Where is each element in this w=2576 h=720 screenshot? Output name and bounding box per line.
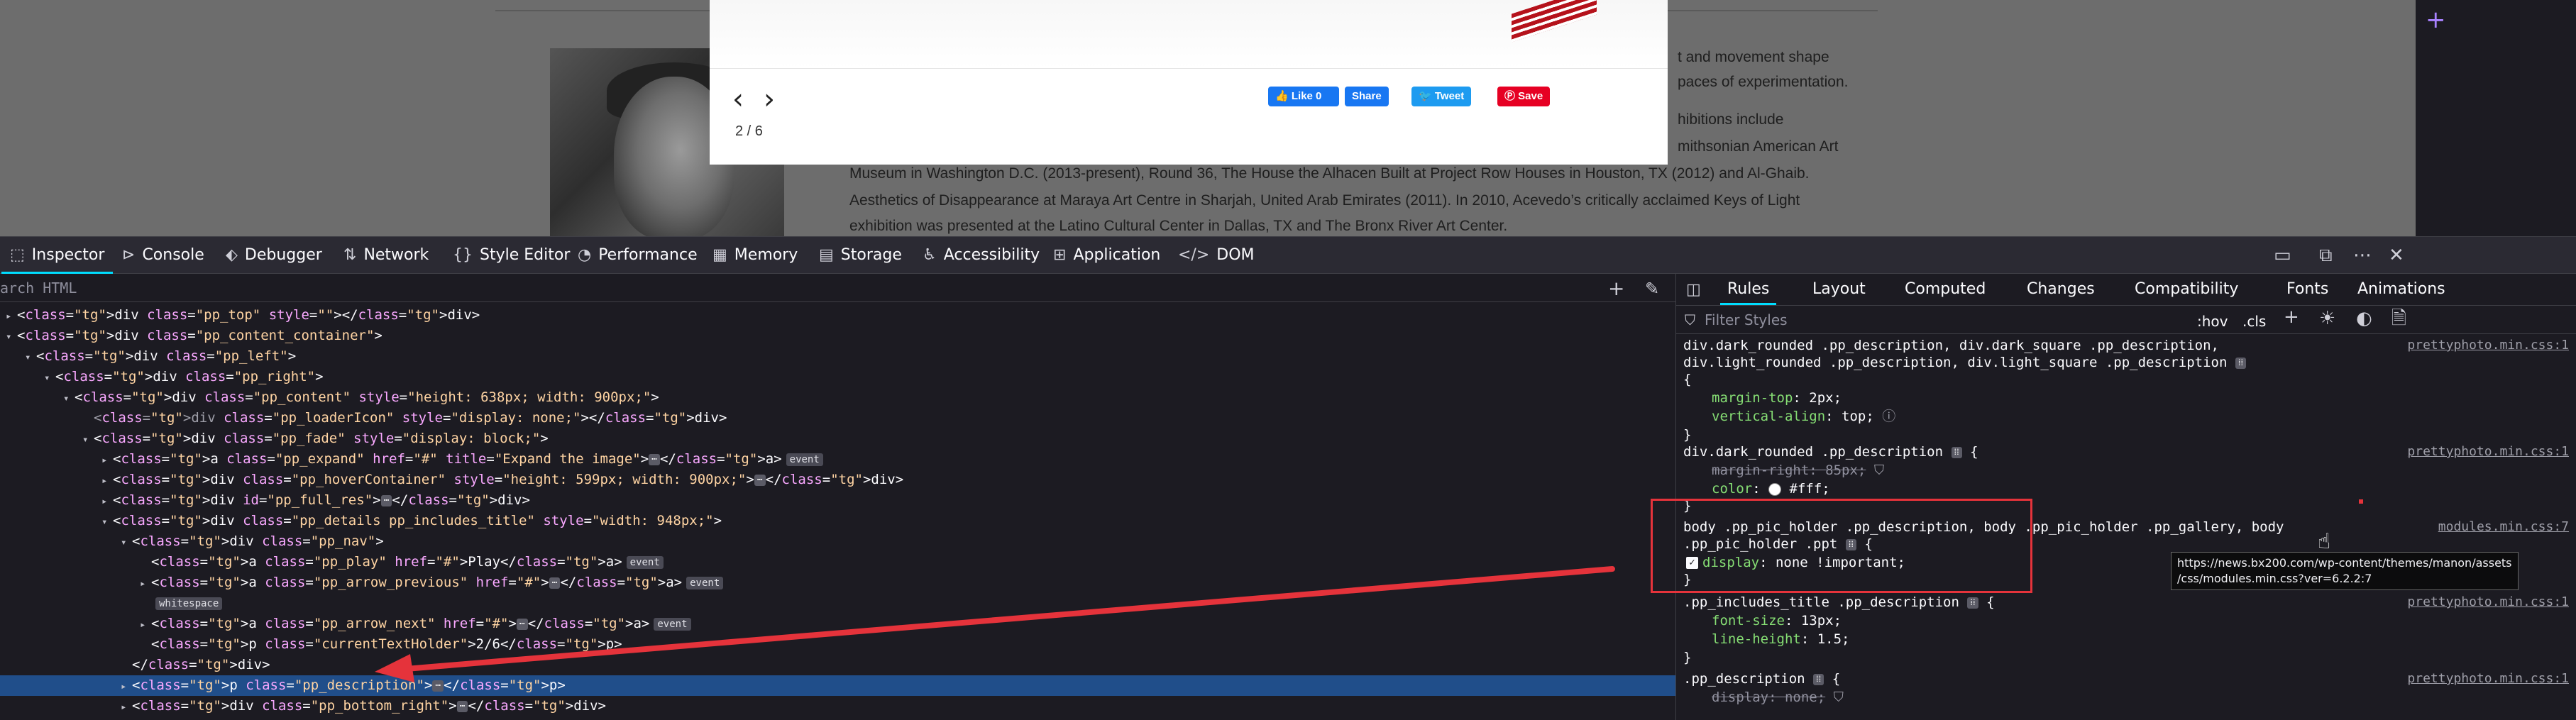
annotation-arrow xyxy=(375,566,1615,682)
arrow-head xyxy=(375,654,414,682)
arrow-shaft xyxy=(395,566,1615,672)
